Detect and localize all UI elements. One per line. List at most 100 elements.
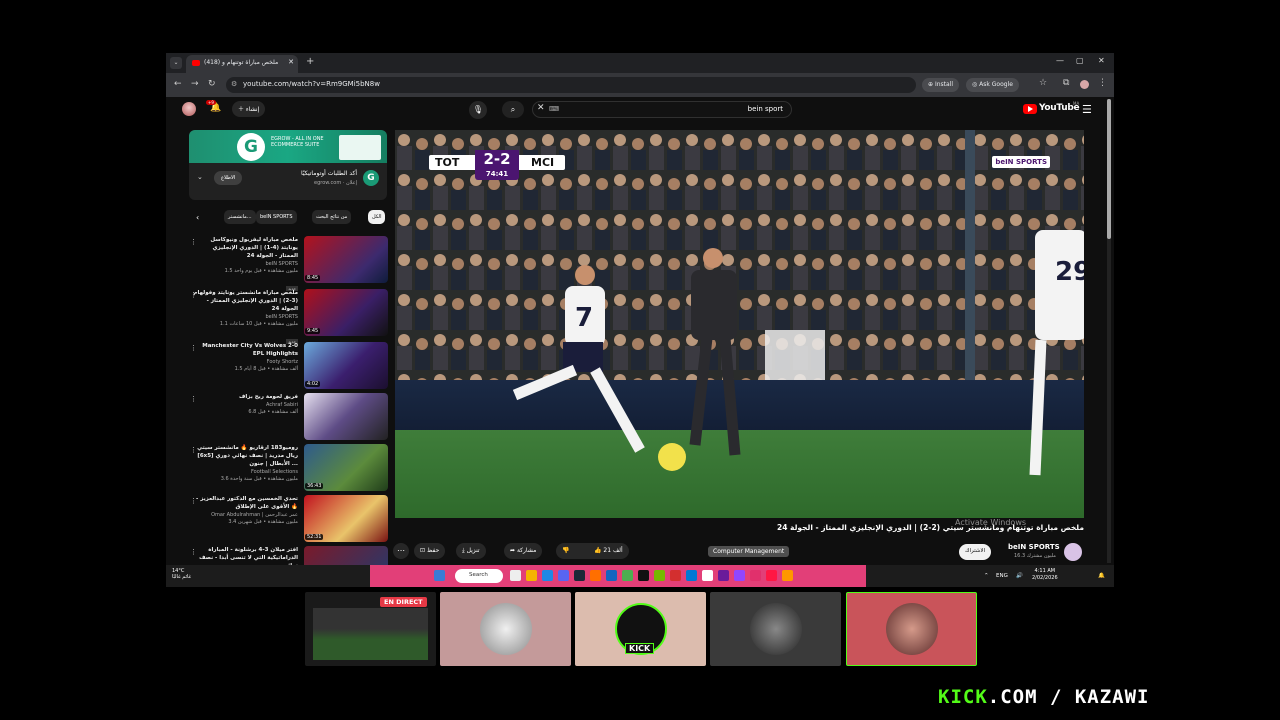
- video-thumbnail[interactable]: [304, 393, 388, 440]
- video-thumbnail[interactable]: 9:45: [304, 289, 388, 336]
- video-thumbnail[interactable]: [304, 546, 388, 565]
- rec-views: 1.1 مليون مشاهدة • قبل 10 ساعات: [219, 321, 298, 327]
- recommendation-item[interactable]: 4:02 Manchester City Vs Wolves 2-0 EPL H…: [186, 342, 388, 392]
- download-button[interactable]: ⤓ تنزيل: [456, 543, 486, 559]
- maximize-button[interactable]: ▢: [1076, 56, 1084, 65]
- task-view-icon[interactable]: [510, 570, 521, 581]
- chrome-icon[interactable]: [622, 570, 633, 581]
- network-volume-icon[interactable]: 🔊: [1016, 573, 1023, 579]
- menu-icon[interactable]: ☰: [1082, 103, 1092, 116]
- ask-google-button[interactable]: ◎ Ask Google: [966, 78, 1019, 92]
- app-icon[interactable]: [686, 570, 697, 581]
- recommendation-item[interactable]: فريق لحومة ربح بزاف Achraf Sabiri 6.8 أل…: [186, 393, 388, 443]
- app-icon[interactable]: [766, 570, 777, 581]
- chevron-down-icon[interactable]: ⌄: [197, 173, 203, 181]
- recommendation-item[interactable]: افتر ميلان 3-4 برشلونة - المباراة الدرام…: [186, 546, 388, 565]
- extensions-icon[interactable]: ⧉: [1063, 78, 1069, 88]
- app-icon[interactable]: [782, 570, 793, 581]
- reload-icon[interactable]: ↻: [208, 79, 216, 89]
- home-team: TOT: [435, 156, 460, 169]
- edge-icon[interactable]: [542, 570, 553, 581]
- recommendation-item[interactable]: 8:45 ملخص مباراة ليفربول ونيوكاسل يونايت…: [186, 236, 388, 291]
- recommendation-item[interactable]: 36:43 روميو183 ارقاريو 🔥 مانشستر سيتي [6…: [186, 444, 388, 494]
- more-options-icon[interactable]: ⋮: [190, 291, 197, 299]
- site-info-icon[interactable]: ⚙: [231, 80, 237, 88]
- file-explorer-icon[interactable]: [526, 570, 537, 581]
- sponsored-ad-card[interactable]: G EGROW - ALL IN ONE ECOMMERCE SUITE G أ…: [189, 130, 387, 200]
- system-clock[interactable]: 4:11 AM 2/02/2026: [1032, 568, 1058, 582]
- more-options-icon[interactable]: ⋮: [190, 548, 197, 556]
- page-scrollbar[interactable]: [1107, 99, 1111, 563]
- app-icon[interactable]: [702, 570, 713, 581]
- browser-tab[interactable]: (418) ملخص مباراة توتنهام و ✕: [186, 55, 298, 73]
- more-options-icon[interactable]: ⋮: [190, 446, 197, 454]
- taskbar-search[interactable]: Search: [455, 569, 503, 583]
- discord-icon[interactable]: [558, 570, 569, 581]
- egrow-logo-icon: G: [237, 133, 265, 161]
- chip[interactable]: beIN SPORTS: [256, 210, 297, 224]
- recommendation-item[interactable]: 52:31 تحدي الخمسين مع الدكتور عبدالعزيز …: [186, 495, 388, 545]
- steam-icon[interactable]: [574, 570, 585, 581]
- twitch-icon[interactable]: [734, 570, 745, 581]
- app-icon[interactable]: [670, 570, 681, 581]
- close-tab-icon[interactable]: ✕: [288, 58, 294, 66]
- search-button[interactable]: ⌕: [502, 101, 524, 118]
- install-button[interactable]: ⊕ Install: [922, 78, 959, 92]
- notifications-button[interactable]: 🔔 +9: [206, 100, 221, 113]
- new-tab-button[interactable]: +: [306, 56, 314, 67]
- app-icon[interactable]: [718, 570, 729, 581]
- video-thumbnail[interactable]: 8:45: [304, 236, 388, 283]
- youtube-logo[interactable]: YouTube MA: [1023, 101, 1081, 117]
- chevron-left-icon[interactable]: ‹: [192, 209, 203, 223]
- more-actions-icon[interactable]: ⋯: [393, 543, 409, 559]
- channel-avatar[interactable]: [1064, 543, 1082, 561]
- chip[interactable]: الكل: [368, 210, 386, 224]
- recommendation-item[interactable]: 9:45 ملخص مباراة مانشستر يونايتد وفولهام…: [186, 289, 388, 344]
- app-icon[interactable]: [590, 570, 601, 581]
- voice-search-button[interactable]: 🎙: [469, 101, 487, 119]
- tray-chevron-icon[interactable]: ⌃: [984, 573, 989, 579]
- profile-avatar[interactable]: [1080, 80, 1089, 89]
- video-thumbnail[interactable]: 52:31: [304, 495, 388, 542]
- more-options-icon[interactable]: ⋮: [190, 344, 197, 352]
- more-options-icon[interactable]: ⋮: [190, 497, 197, 505]
- chip[interactable]: ماتشستر...: [224, 210, 256, 224]
- ad-banner[interactable]: G EGROW - ALL IN ONE ECOMMERCE SUITE: [189, 130, 387, 163]
- tab-search-button[interactable]: ⌄: [170, 57, 182, 69]
- app-icon[interactable]: [606, 570, 617, 581]
- account-avatar[interactable]: [182, 102, 196, 116]
- nvidia-icon[interactable]: [654, 570, 665, 581]
- start-icon[interactable]: [434, 570, 445, 581]
- minimize-button[interactable]: —: [1056, 56, 1064, 65]
- channel-name[interactable]: beIN SPORTS: [1008, 543, 1060, 551]
- back-icon[interactable]: ←: [174, 79, 182, 89]
- dislike-button[interactable]: 👎: [556, 543, 588, 559]
- language-indicator[interactable]: ENG: [996, 573, 1008, 579]
- more-options-icon[interactable]: ⋮: [190, 238, 197, 246]
- save-button[interactable]: ⊡ حفظ: [414, 543, 446, 559]
- notifications-icon[interactable]: 🔔: [1098, 573, 1105, 579]
- video-thumbnail[interactable]: 36:43: [304, 444, 388, 491]
- forward-icon[interactable]: →: [191, 79, 199, 89]
- video-player[interactable]: 7 29 TOT MCI 2-2 74:41 beIN SPORTS: [395, 130, 1084, 518]
- instagram-icon[interactable]: [750, 570, 761, 581]
- close-window-button[interactable]: ✕: [1098, 56, 1105, 65]
- like-button[interactable]: 👍 21 ألف: [588, 543, 629, 559]
- opponent-player: [689, 248, 741, 456]
- create-button[interactable]: ＋ إنشاء: [232, 101, 266, 117]
- search-input[interactable]: ✕ ⌨ bein sport: [532, 101, 792, 118]
- ad-cta-button[interactable]: الاطلاع: [214, 171, 243, 185]
- more-options-icon[interactable]: ⋮: [190, 395, 197, 403]
- browser-menu-icon[interactable]: ⋮: [1098, 78, 1107, 88]
- app-icon[interactable]: [638, 570, 649, 581]
- subscribe-button[interactable]: الاشتراك: [959, 544, 992, 560]
- keyboard-icon[interactable]: ⌨: [549, 105, 559, 113]
- clear-search-icon[interactable]: ✕: [537, 103, 545, 113]
- url-field[interactable]: ⚙ youtube.com/watch?v=Rm9GMi5bN8w: [226, 77, 916, 93]
- rec-views: 6.8 ألف مشاهدة • قبل: [248, 409, 298, 415]
- share-button[interactable]: ➦ مشاركة: [504, 543, 543, 559]
- weather-widget[interactable]: 14°C غائم غالبًا: [172, 568, 191, 580]
- video-thumbnail[interactable]: 4:02: [304, 342, 388, 389]
- bookmark-star-icon[interactable]: ☆: [1039, 78, 1047, 88]
- chip[interactable]: من نتائج البحث: [312, 210, 352, 224]
